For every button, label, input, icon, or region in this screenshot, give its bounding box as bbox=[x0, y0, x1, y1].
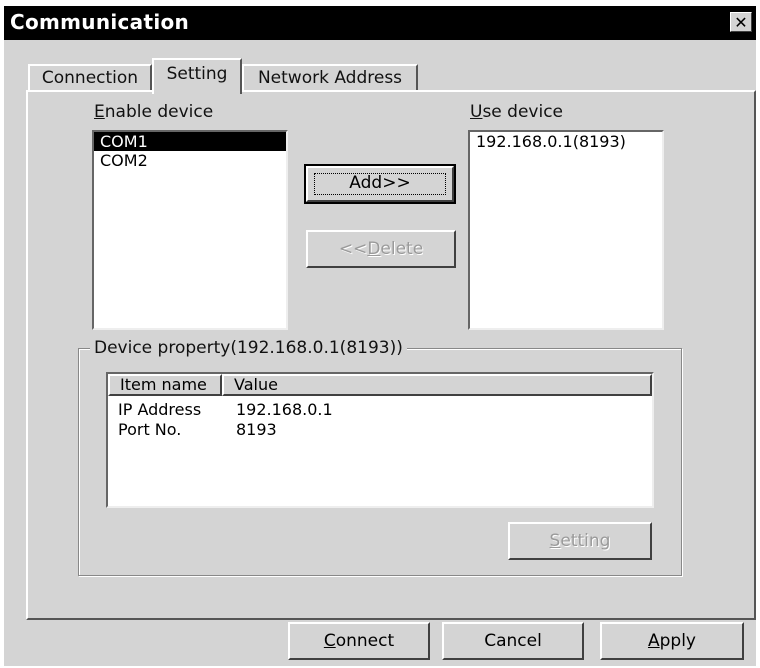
close-icon: ✕ bbox=[734, 13, 748, 32]
setting-button[interactable]: Setting bbox=[508, 522, 652, 560]
list-item[interactable]: 192.168.0.1(8193) bbox=[470, 132, 662, 151]
use-device-list[interactable]: 192.168.0.1(8193) bbox=[468, 130, 664, 330]
enable-device-list[interactable]: COM1 COM2 bbox=[92, 130, 288, 330]
cancel-button-label: Cancel bbox=[484, 631, 542, 651]
window-title: Communication bbox=[10, 10, 190, 34]
tab-setting[interactable]: Setting bbox=[152, 58, 242, 94]
tab-setting-label: Setting bbox=[166, 64, 228, 84]
column-header-item-name[interactable]: Item name bbox=[108, 374, 222, 396]
tab-connection-label: Connection bbox=[41, 68, 139, 88]
apply-button[interactable]: Apply bbox=[600, 622, 744, 660]
title-bar[interactable]: Communication ✕ bbox=[4, 6, 756, 40]
tab-network-address-label: Network Address bbox=[257, 68, 403, 88]
close-button[interactable]: ✕ bbox=[730, 12, 752, 32]
table-row-port-value[interactable]: 8193 bbox=[236, 420, 277, 439]
delete-button[interactable]: <<Delete bbox=[306, 230, 456, 268]
cancel-button[interactable]: Cancel bbox=[442, 622, 584, 660]
list-item[interactable]: COM2 bbox=[94, 151, 286, 170]
tab-connection[interactable]: Connection bbox=[28, 64, 152, 92]
table-row-ip-name[interactable]: IP Address bbox=[118, 400, 201, 419]
column-header-value[interactable]: Value bbox=[222, 374, 652, 396]
table-row-port-name[interactable]: Port No. bbox=[118, 420, 181, 439]
use-device-label: Use device bbox=[470, 102, 564, 122]
tab-network-address[interactable]: Network Address bbox=[242, 64, 418, 92]
device-property-title: Device property(192.168.0.1(8193)) bbox=[90, 338, 407, 358]
focus-rectangle bbox=[314, 173, 446, 195]
communication-dialog: Communication ✕ Connection Setting Netwo… bbox=[4, 6, 756, 666]
add-button[interactable]: Add>> bbox=[304, 164, 456, 204]
list-item[interactable]: COM1 bbox=[94, 132, 286, 151]
table-row-ip-value[interactable]: 192.168.0.1 bbox=[236, 400, 333, 419]
enable-device-label: Enable device bbox=[94, 102, 214, 122]
connect-button[interactable]: Connect bbox=[288, 622, 430, 660]
